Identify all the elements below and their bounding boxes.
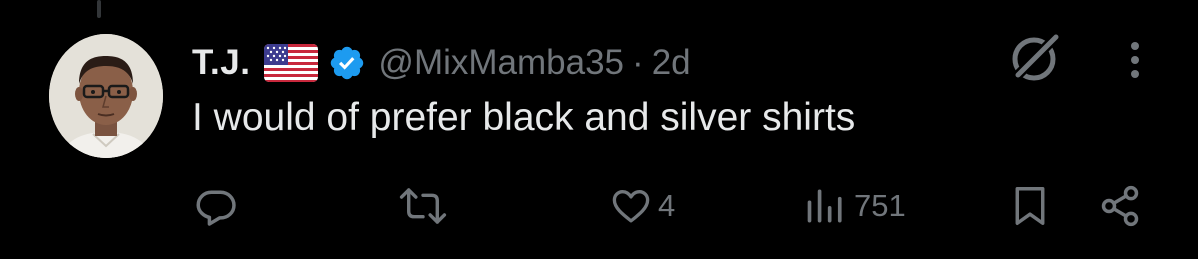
reply-button[interactable] xyxy=(194,178,244,234)
share-button[interactable] xyxy=(1098,178,1142,234)
more-icon[interactable] xyxy=(1118,40,1152,82)
verified-badge-icon[interactable] xyxy=(328,44,366,82)
grok-icon[interactable] xyxy=(1005,28,1065,88)
views-count: 751 xyxy=(854,188,906,223)
repost-icon xyxy=(398,184,448,228)
bookmark-button[interactable] xyxy=(1010,178,1050,234)
like-count: 4 xyxy=(658,188,676,223)
us-flag-icon xyxy=(264,44,319,82)
user-handle[interactable]: @MixMamba35 xyxy=(378,43,624,83)
views-button[interactable]: 751 xyxy=(804,178,906,234)
separator-dot: · xyxy=(632,43,644,82)
display-name[interactable]: T.J. xyxy=(192,43,250,83)
timestamp[interactable]: 2d xyxy=(652,43,691,83)
views-icon xyxy=(804,184,848,228)
action-bar: 4 751 xyxy=(0,178,1198,234)
share-icon xyxy=(1098,184,1142,228)
like-icon xyxy=(610,185,652,227)
bookmark-icon xyxy=(1010,184,1050,228)
tweet-text: I would of prefer black and silver shirt… xyxy=(192,96,856,139)
thread-connector-line xyxy=(97,0,101,18)
avatar[interactable] xyxy=(49,34,163,158)
reply-icon xyxy=(194,184,238,228)
like-button[interactable]: 4 xyxy=(610,178,675,234)
repost-button[interactable] xyxy=(398,178,454,234)
